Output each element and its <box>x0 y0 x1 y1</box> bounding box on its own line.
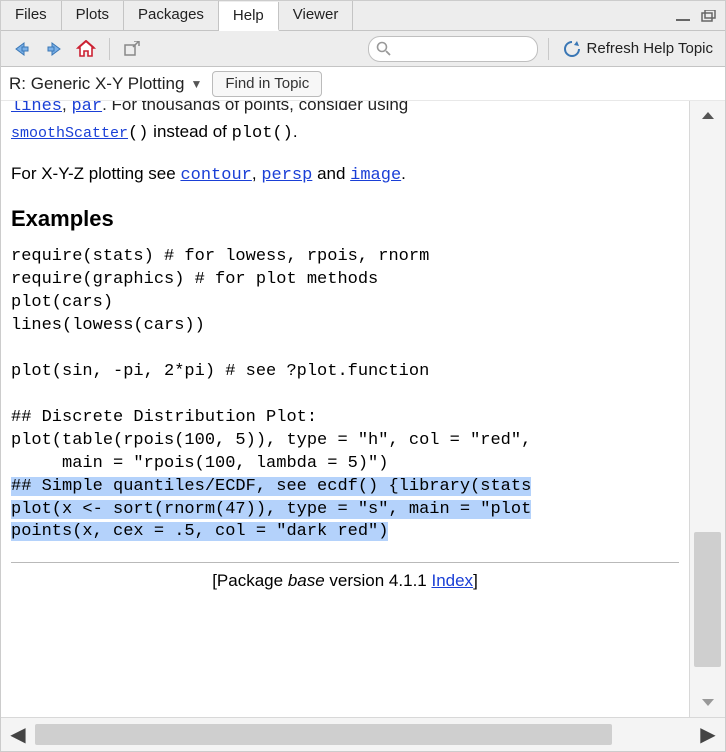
tab-files[interactable]: Files <box>1 1 62 30</box>
vertical-scrollbar[interactable] <box>689 101 725 717</box>
tab-help[interactable]: Help <box>219 2 279 31</box>
link-contour[interactable]: contour <box>180 166 251 185</box>
help-search-input[interactable] <box>368 36 538 62</box>
forward-button[interactable] <box>41 36 67 62</box>
text: For X-Y-Z plotting see <box>11 164 180 183</box>
text: () <box>128 124 148 143</box>
text: . <box>293 122 298 141</box>
link-persp[interactable]: persp <box>261 166 312 185</box>
help-content: lines, par. For thousands of points, con… <box>1 101 689 717</box>
link-index[interactable]: Index <box>431 571 473 590</box>
scroll-down-icon[interactable] <box>690 689 725 717</box>
link-smoothscatter[interactable]: smoothScatter <box>11 125 128 142</box>
search-icon <box>376 41 391 60</box>
toolbar-separator <box>109 38 110 60</box>
text: [Package <box>212 571 288 590</box>
code-text: plot() <box>232 124 293 143</box>
scroll-track[interactable] <box>690 129 725 689</box>
scroll-left-icon[interactable]: ◀ <box>1 718 35 751</box>
example-code-selected[interactable]: ## Simple quantiles/ECDF, see ecdf() {li… <box>11 476 679 545</box>
scroll-up-icon[interactable] <box>690 101 725 129</box>
examples-heading: Examples <box>11 206 679 232</box>
back-button[interactable] <box>9 36 35 62</box>
arrow-right-icon <box>44 41 64 57</box>
topic-header-row: R: Generic X-Y Plotting ▼ Find in Topic <box>1 67 725 101</box>
scroll-track-h[interactable] <box>35 718 691 751</box>
text: version 4.1.1 <box>325 571 432 590</box>
refresh-label: Refresh Help Topic <box>587 40 713 57</box>
tab-packages[interactable]: Packages <box>124 1 219 30</box>
text: . <box>401 164 406 183</box>
link-par[interactable]: par <box>71 101 102 116</box>
divider <box>11 562 679 563</box>
home-button[interactable] <box>73 36 99 62</box>
pane-tabs: Files Plots Packages Help Viewer <box>1 1 725 31</box>
example-code: require(stats) # for lowess, rpois, rnor… <box>11 246 679 475</box>
tab-viewer[interactable]: Viewer <box>279 1 354 30</box>
home-icon <box>76 40 96 58</box>
popout-icon <box>124 41 142 57</box>
text: ] <box>473 571 478 590</box>
text-selection: ## Simple quantiles/ECDF, see ecdf() {li… <box>11 477 531 542</box>
text: and <box>312 164 350 183</box>
open-in-window-button[interactable] <box>120 36 146 62</box>
maximize-icon[interactable] <box>699 10 717 22</box>
scroll-thumb[interactable] <box>694 532 721 666</box>
text: , <box>252 164 261 183</box>
pane-window-controls <box>675 1 725 30</box>
arrow-left-icon <box>12 41 32 57</box>
package-footer: [Package base version 4.1.1 Index] <box>11 571 679 591</box>
find-in-topic-button[interactable]: Find in Topic <box>212 71 322 97</box>
refresh-icon <box>563 40 581 58</box>
package-name: base <box>288 571 325 590</box>
text: instead of <box>148 122 231 141</box>
text: . For thousands of points, consider usin… <box>102 101 408 114</box>
topic-breadcrumb[interactable]: R: Generic X-Y Plotting ▼ <box>9 74 202 94</box>
toolbar-separator-2 <box>548 38 549 60</box>
link-lines[interactable]: lines <box>11 101 62 116</box>
tab-plots[interactable]: Plots <box>62 1 124 30</box>
help-pane: Files Plots Packages Help Viewer <box>0 0 726 752</box>
scroll-right-icon[interactable]: ▶ <box>691 718 725 751</box>
refresh-help-button[interactable]: Refresh Help Topic <box>559 40 717 58</box>
search-wrap <box>368 36 538 62</box>
scroll-thumb-h[interactable] <box>35 724 612 745</box>
caret-down-icon: ▼ <box>190 77 202 91</box>
horizontal-scrollbar[interactable]: ◀ ▶ <box>1 717 725 751</box>
minimize-icon[interactable] <box>675 10 693 22</box>
help-toolbar: Refresh Help Topic <box>1 31 725 67</box>
topic-title: R: Generic X-Y Plotting <box>9 74 184 94</box>
link-image[interactable]: image <box>350 166 401 185</box>
